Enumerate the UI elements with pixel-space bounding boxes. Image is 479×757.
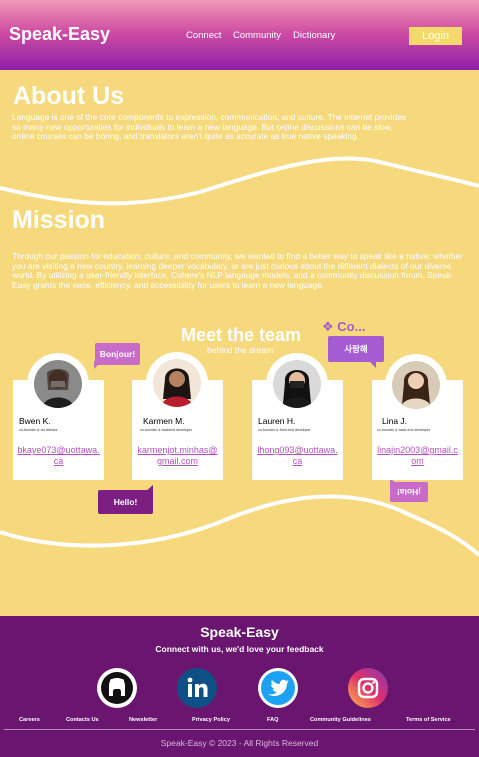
avatar	[146, 352, 208, 414]
footer-link-contacts[interactable]: Contacts Us	[66, 717, 99, 723]
about-text: Language is one of the core components t…	[12, 112, 407, 142]
bubble-text: 사랑해	[344, 344, 368, 354]
instagram-icon[interactable]	[348, 668, 388, 708]
footer-link-community-guidelines[interactable]: Community Guidelines	[310, 717, 371, 723]
mission-text: Through our passion for education, cultu…	[12, 251, 463, 290]
footer-link-newsletter[interactable]: Newsletter	[129, 717, 157, 723]
bubble-text: Hello!	[113, 497, 138, 507]
bubble-text: ¡Hola!	[396, 487, 422, 497]
speech-bubble-hola: ¡Hola!	[390, 478, 428, 502]
footer-link-terms[interactable]: Terms of Service	[406, 717, 451, 723]
nav-dictionary[interactable]: Dictionary	[293, 30, 335, 41]
footer-brand: Speak-Easy	[200, 624, 279, 640]
site-footer: Speak-Easy Connect with us, we'd love yo…	[0, 616, 479, 757]
page: Speak-Easy Connect Community Dictionary …	[0, 0, 479, 757]
member-photo	[273, 360, 321, 408]
member-name: Lina J.	[382, 416, 408, 426]
main-content: About Us Language is one of the core com…	[0, 70, 479, 616]
cohere-label: ❖ Co...	[322, 319, 366, 334]
member-photo	[153, 359, 201, 407]
brand-logo[interactable]: Speak-Easy	[9, 24, 110, 45]
member-role: co-founder & art director	[19, 428, 58, 432]
team-subtitle: behind the dream	[207, 345, 274, 355]
twitter-icon[interactable]	[258, 668, 298, 708]
footer-link-privacy[interactable]: Privacy Policy	[192, 717, 230, 723]
linkedin-icon[interactable]	[177, 668, 217, 708]
avatar	[385, 354, 447, 416]
footer-tagline: Connect with us, we'd love your feedback	[155, 644, 324, 654]
copyright: Speak-Easy © 2023 - All Rights Reserved	[160, 738, 319, 748]
member-name: Bwen K.	[19, 416, 51, 426]
mission-title: Mission	[12, 206, 106, 234]
about-title: About Us	[13, 82, 125, 110]
bubble-text: Bonjour!	[99, 349, 136, 359]
member-name: Lauren H.	[258, 416, 296, 426]
nav-community[interactable]: Community	[233, 30, 281, 41]
site-header: Speak-Easy Connect Community Dictionary …	[0, 0, 479, 70]
member-role: co-founder & front-end developer	[258, 428, 311, 432]
speech-bubble-korean: 사랑해	[328, 336, 384, 368]
speech-bubble-hello: Hello!	[98, 485, 153, 514]
nav-connect[interactable]: Connect	[186, 30, 221, 41]
github-icon[interactable]	[97, 668, 137, 708]
speech-bubble-bonjour: Bonjour!	[94, 343, 140, 369]
member-email-link[interactable]: bkaye073@uottawa.ca	[17, 445, 100, 467]
footer-link-faq[interactable]: FAQ	[267, 717, 279, 723]
member-name: Karmen M.	[143, 416, 185, 426]
avatar	[266, 353, 328, 415]
login-button[interactable]: Login	[409, 27, 462, 45]
avatar	[27, 353, 89, 415]
team-title: Meet the team	[181, 325, 302, 345]
member-photo	[34, 360, 82, 408]
footer-divider	[4, 729, 475, 730]
member-photo	[392, 361, 440, 409]
member-email-link[interactable]: karmenjot.minhas@gmail.com	[136, 445, 219, 467]
member-email-link[interactable]: linajin2003@gmail.com	[376, 445, 459, 467]
member-role: co-founder & backend developer	[140, 428, 192, 432]
member-role: co-founder & back-end developer	[377, 428, 431, 432]
member-email-link[interactable]: lhong093@uottawa.ca	[256, 445, 339, 467]
footer-link-careers[interactable]: Careers	[19, 717, 40, 723]
